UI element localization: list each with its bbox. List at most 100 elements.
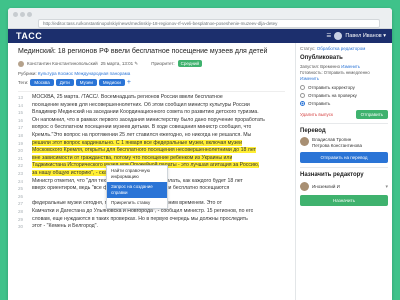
option-check[interactable]: Отправить на проверку: [300, 93, 388, 98]
line-text[interactable]: вне зависимости от гражданства, потому ч…: [32, 154, 233, 163]
address-bar[interactable]: http://editor.tass.ru/konstantinopolskiy…: [38, 19, 380, 28]
option-label: Отправить: [308, 101, 331, 106]
line-text[interactable]: Он напомнил, что в рамках первого заседа…: [32, 117, 265, 125]
article-editor: Мединский: 18 регионов РФ ввели бесплатн…: [8, 43, 291, 300]
editor-line[interactable]: 14 посещение музеев для несовершеннолетни…: [18, 102, 285, 110]
article-title[interactable]: Мединский: 18 регионов РФ ввели бесплатн…: [18, 47, 285, 56]
line-text[interactable]: Камчатки и Дагестана до Ульяновска и Нов…: [32, 208, 253, 216]
highlighted-text[interactable]: вне зависимости от гражданства, потому ч…: [32, 154, 233, 161]
article-meta: Константин Константинопольский 25 марта,…: [18, 60, 285, 67]
article-date[interactable]: 25 марта, 13:01 ✎: [101, 61, 139, 67]
tass-logo[interactable]: ТАСС: [16, 31, 42, 41]
rubrics-row: Рубрики: Культура Космос Международная п…: [18, 71, 285, 76]
line-number: 26: [18, 193, 24, 199]
publish-actions: Удалить выпуск Отправить: [300, 110, 388, 119]
context-menu-item-find[interactable]: Найти справочную информацию: [107, 166, 167, 182]
app-header: ТАСС ☰ Павел Иванов ▾: [8, 29, 392, 43]
context-menu-item-attach[interactable]: Прикрепить ставку: [107, 198, 167, 208]
line-number: 21: [18, 155, 24, 161]
editor-line[interactable]: 28 Камчатки и Дагестана до Ульяновска и Н…: [18, 208, 285, 216]
translator[interactable]: Владислав Тропин Петрова Константинова: [300, 137, 388, 148]
editor-line[interactable]: 29 словам, еще нуждаются в таких проверка…: [18, 216, 285, 224]
line-text[interactable]: Московского Кремля, открыты для бесплатн…: [32, 147, 256, 155]
line-text[interactable]: вопрос о бесплатном посещении музеев дет…: [32, 124, 251, 132]
editor-select[interactable]: Иноземлий И ▾: [300, 182, 388, 191]
rubrics-list[interactable]: Культура Космос Международная панорама: [38, 71, 130, 76]
editor-title: Назначить редактору: [300, 172, 364, 178]
tag-muzei[interactable]: Музеи: [75, 79, 97, 86]
chevron-down-icon[interactable]: ▾: [385, 184, 388, 190]
highlighted-text[interactable]: Московского Кремля, открыты для бесплатн…: [32, 147, 256, 154]
window-maximize-dot[interactable]: [27, 12, 32, 17]
editor-line[interactable]: 19 решили этот вопрос кардинально. С 1 ян…: [18, 139, 285, 148]
context-menu-item-request[interactable]: Запрос на создание справки: [107, 182, 167, 198]
line-number: 29: [18, 216, 24, 222]
ready-change-link[interactable]: Изменить: [300, 76, 319, 81]
divider: [300, 167, 388, 168]
editor-line[interactable]: 21 вне зависимости от гражданства, потому…: [18, 154, 285, 163]
avatar: [334, 32, 343, 40]
line-text[interactable]: МОСКВА, 25 марта. /ТАСС/. Восемнадцать р…: [32, 94, 223, 102]
line-text[interactable]: решили этот вопрос кардинально. С 1 янва…: [32, 139, 242, 148]
tags-row: Теги: Москва Дети Музеи Медиски +: [18, 79, 285, 86]
editor-line[interactable]: 18 Кремль."Это вопрос на протяжении 25 ле…: [18, 132, 285, 140]
right-sidebar: Статус: Обработка редактором Опубликоват…: [295, 43, 392, 300]
line-number: 24: [18, 178, 24, 184]
rubrics-label: Рубрики:: [18, 71, 37, 76]
editor-line[interactable]: 13 МОСКВА, 25 марта. /ТАСС/. Восемнадцать…: [18, 94, 285, 102]
option-corrector[interactable]: Отправить корректору: [300, 85, 388, 90]
translate-button[interactable]: Отправить на перевод: [300, 152, 388, 163]
window-minimize-dot[interactable]: [20, 12, 25, 17]
option-label: Отправить на проверку: [308, 93, 357, 98]
radio-icon[interactable]: [300, 93, 305, 98]
translator-avatar: [300, 137, 309, 146]
line-text[interactable]: Кремль."Это вопрос на протяжении 25 лет …: [32, 132, 251, 140]
line-text[interactable]: словам, еще нуждаются в таких проверках.…: [32, 216, 248, 224]
line-text[interactable]: Владимир Мединский на заседании Координа…: [32, 109, 259, 117]
option-send[interactable]: Отправить: [300, 101, 388, 106]
priority-badge[interactable]: Средний: [177, 60, 202, 67]
option-label: Отправить корректору: [308, 85, 355, 90]
line-number: 16: [18, 117, 24, 123]
tag-moskva[interactable]: Москва: [30, 79, 54, 86]
user-name[interactable]: Павел Иванов ▾: [345, 33, 386, 39]
radio-selected-icon[interactable]: [300, 101, 305, 106]
browser-chrome: http://editor.tass.ru/konstantinopolskiy…: [8, 8, 392, 29]
user-menu[interactable]: ☰ Павел Иванов ▾: [326, 32, 386, 40]
text-editor[interactable]: 13 МОСКВА, 25 марта. /ТАСС/. Восемнадцать…: [18, 91, 285, 231]
menu-icon[interactable]: ☰: [326, 33, 331, 39]
ready-info: Готовность: Отправить немедленно Изменит…: [300, 70, 388, 82]
delete-button[interactable]: Удалить выпуск: [300, 112, 333, 117]
editor-line[interactable]: 30 этот - "Кемень и Белгород".: [18, 223, 285, 231]
editor-line[interactable]: 20 Московского Кремля, открыты для беспла…: [18, 147, 285, 155]
line-number: 18: [18, 132, 24, 138]
line-number: 15: [18, 110, 24, 116]
add-tag-icon[interactable]: +: [127, 79, 131, 86]
window-close-dot[interactable]: [13, 12, 18, 17]
status-value[interactable]: Обработка редактором: [317, 46, 366, 51]
tag-deti[interactable]: Дети: [55, 79, 74, 86]
line-number: 22: [18, 163, 24, 169]
line-number: 14: [18, 102, 24, 108]
line-text[interactable]: посещение музеев для несовершеннолетних.…: [32, 102, 250, 110]
highlighted-text[interactable]: решили этот вопрос кардинально. С 1 янва…: [32, 139, 242, 146]
tags-label: Теги:: [18, 80, 29, 85]
line-text[interactable]: этот - "Кемень и Белгород".: [32, 223, 98, 231]
assigned-change-link[interactable]: Изменить: [341, 64, 360, 69]
editor-line[interactable]: 15 Владимир Мединский на заседании Коорди…: [18, 109, 285, 117]
send-button[interactable]: Отправить: [355, 110, 388, 119]
editor-line[interactable]: 17 вопрос о бесплатном посещении музеев д…: [18, 124, 285, 132]
assigned-text: Запустил: Временно: [300, 64, 340, 69]
line-number: 27: [18, 201, 24, 207]
publish-title: Опубликовать: [300, 55, 343, 61]
editor-avatar: [300, 182, 309, 191]
translator-name: Владислав Тропин Петрова Константинова: [312, 137, 363, 148]
editor-line[interactable]: 16 Он напомнил, что в рамках первого засе…: [18, 117, 285, 125]
assign-button[interactable]: Назначить: [300, 195, 388, 206]
line-number: 25: [18, 186, 24, 192]
tag-mediski[interactable]: Медиски: [98, 79, 125, 86]
radio-icon[interactable]: [300, 85, 305, 90]
line-number: 19: [18, 140, 24, 146]
ready-text: Готовность: Отправить немедленно: [300, 70, 370, 75]
translation-title: Перевод: [300, 128, 326, 134]
